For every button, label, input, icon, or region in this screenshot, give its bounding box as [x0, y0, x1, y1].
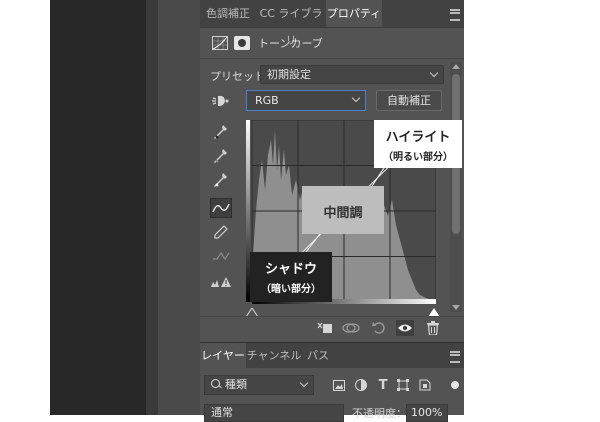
midtone-title: 中間調 — [323, 206, 363, 221]
highlight-title: ハイライト — [385, 130, 451, 145]
shadow-subtitle: （暗い部分） — [261, 284, 321, 295]
shadow-title: シャドウ — [264, 262, 317, 277]
midtone-callout: 中間調 — [302, 186, 384, 234]
highlight-subtitle: （明るい部分） — [383, 152, 453, 163]
shadow-callout: シャドウ （暗い部分） — [250, 252, 332, 302]
callout-connectors — [305, 167, 385, 253]
highlight-callout: ハイライト （明るい部分） — [374, 120, 462, 168]
